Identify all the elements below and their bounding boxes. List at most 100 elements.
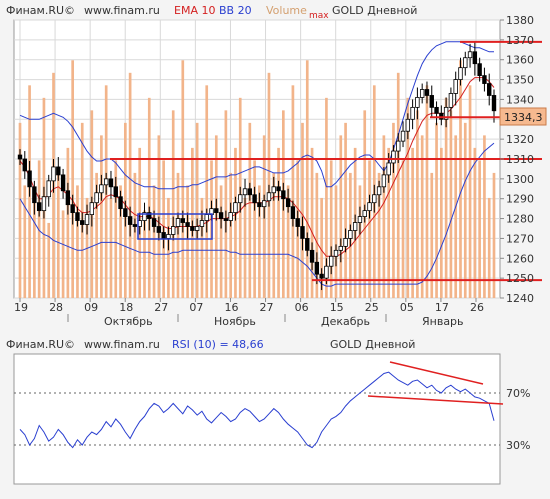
candle-body — [156, 226, 162, 233]
candle-body — [348, 230, 353, 239]
volume-bar — [478, 160, 481, 298]
volume-bar — [463, 122, 467, 298]
site-label: Финам.RU© — [6, 4, 75, 17]
candle-body — [161, 232, 166, 239]
x-tick-label: 07 — [189, 301, 203, 314]
candle-body — [343, 238, 348, 247]
x-tick-label: 17 — [435, 301, 449, 314]
candle-body — [386, 162, 391, 176]
candle-body — [75, 212, 80, 221]
candle-body — [190, 226, 195, 231]
volume-bar — [56, 172, 60, 298]
y-tick-label: 1340 — [506, 93, 534, 106]
candle-body — [487, 83, 492, 96]
volume-bar — [224, 110, 228, 298]
volume-bar — [291, 85, 295, 298]
candle-body — [242, 188, 248, 196]
candle-body — [233, 202, 238, 214]
rsi-site-url: www.finam.ru — [84, 338, 160, 351]
volume-bar — [310, 147, 314, 298]
x-tick-label: 27 — [260, 301, 274, 314]
candle-body — [84, 214, 90, 225]
candle-body — [17, 154, 23, 160]
candle-body — [281, 190, 286, 200]
volume-bar — [109, 197, 113, 298]
candle-body — [271, 186, 276, 194]
candle-body — [362, 210, 367, 217]
volume-bar — [416, 110, 419, 298]
candle-body — [305, 238, 310, 251]
volume-bar — [66, 147, 70, 298]
volume-bar — [277, 147, 280, 298]
candle-body — [410, 106, 415, 120]
candle-body — [27, 170, 32, 188]
rsi-legend: RSI (10) = 48,66 — [172, 338, 264, 351]
candle-body — [65, 190, 71, 206]
candle-body — [70, 204, 75, 214]
volume-bar — [411, 147, 414, 298]
y-tick-label: 1380 — [506, 14, 534, 27]
candle-body — [257, 202, 262, 208]
x-month-label: Октябрь — [104, 315, 153, 328]
candle-body — [132, 224, 138, 227]
volume-bar — [205, 85, 209, 298]
candle-body — [463, 57, 468, 69]
volume-bar — [444, 97, 448, 298]
y-tick-label: 1300 — [506, 173, 534, 186]
volume-bar — [23, 185, 27, 298]
rsi-y-axis: 70% 30% — [506, 387, 530, 452]
candle-body — [415, 97, 420, 108]
candle-body — [247, 188, 253, 196]
candle-body — [300, 226, 305, 239]
x-tick-label: 26 — [470, 301, 484, 314]
volume-bar — [344, 122, 347, 298]
x-tick-label: 06 — [295, 301, 309, 314]
volume-bar — [219, 185, 223, 298]
volume-bar — [80, 122, 84, 298]
candle-body — [458, 67, 463, 80]
candle-body — [223, 218, 229, 221]
last-price-value: 1334,3 — [504, 111, 543, 124]
candle-body — [285, 198, 291, 208]
candle-body — [424, 89, 430, 96]
candle-body — [419, 89, 425, 98]
candle-body — [367, 202, 372, 212]
candle-body — [434, 106, 439, 114]
candle-body — [333, 249, 339, 257]
candle-body — [329, 255, 334, 267]
y-tick-label: 1350 — [506, 74, 534, 87]
volume-bar — [449, 110, 453, 298]
volume-bar — [176, 172, 180, 298]
candle-body — [453, 79, 458, 94]
y-tick-label: 1280 — [506, 213, 534, 226]
volume-bar — [368, 160, 371, 298]
candle-body — [376, 186, 382, 196]
volume-bar — [487, 197, 491, 298]
candle-body — [252, 194, 257, 204]
y-tick-label: 1320 — [506, 133, 534, 146]
candle-body — [123, 208, 128, 217]
candle-body — [472, 51, 478, 65]
volume-bar — [128, 72, 132, 298]
candle-body — [32, 186, 37, 204]
candle-body — [266, 192, 272, 202]
volume-bar — [76, 185, 79, 298]
candle-body — [467, 51, 473, 59]
candle-body — [214, 208, 219, 214]
candle-body — [491, 95, 497, 112]
chart-canvas: Финам.RU© www.finam.ru EMA 10 BB 20 Volu… — [6, 4, 547, 485]
candle-body — [357, 216, 363, 223]
candle-body — [290, 206, 296, 219]
volume-legend: Volume — [266, 4, 307, 17]
x-month-label: Декабрь — [321, 315, 370, 328]
candle-body — [391, 150, 396, 164]
x-tick-label: 18 — [119, 301, 133, 314]
y-tick-label: 1370 — [506, 34, 534, 47]
candle-body — [238, 194, 243, 204]
candle-body — [204, 214, 209, 221]
candle-body — [352, 222, 358, 231]
volume-bar — [248, 122, 252, 298]
candle-body — [56, 166, 61, 176]
x-tick-label: 09 — [84, 301, 98, 314]
candle-body — [60, 174, 66, 192]
